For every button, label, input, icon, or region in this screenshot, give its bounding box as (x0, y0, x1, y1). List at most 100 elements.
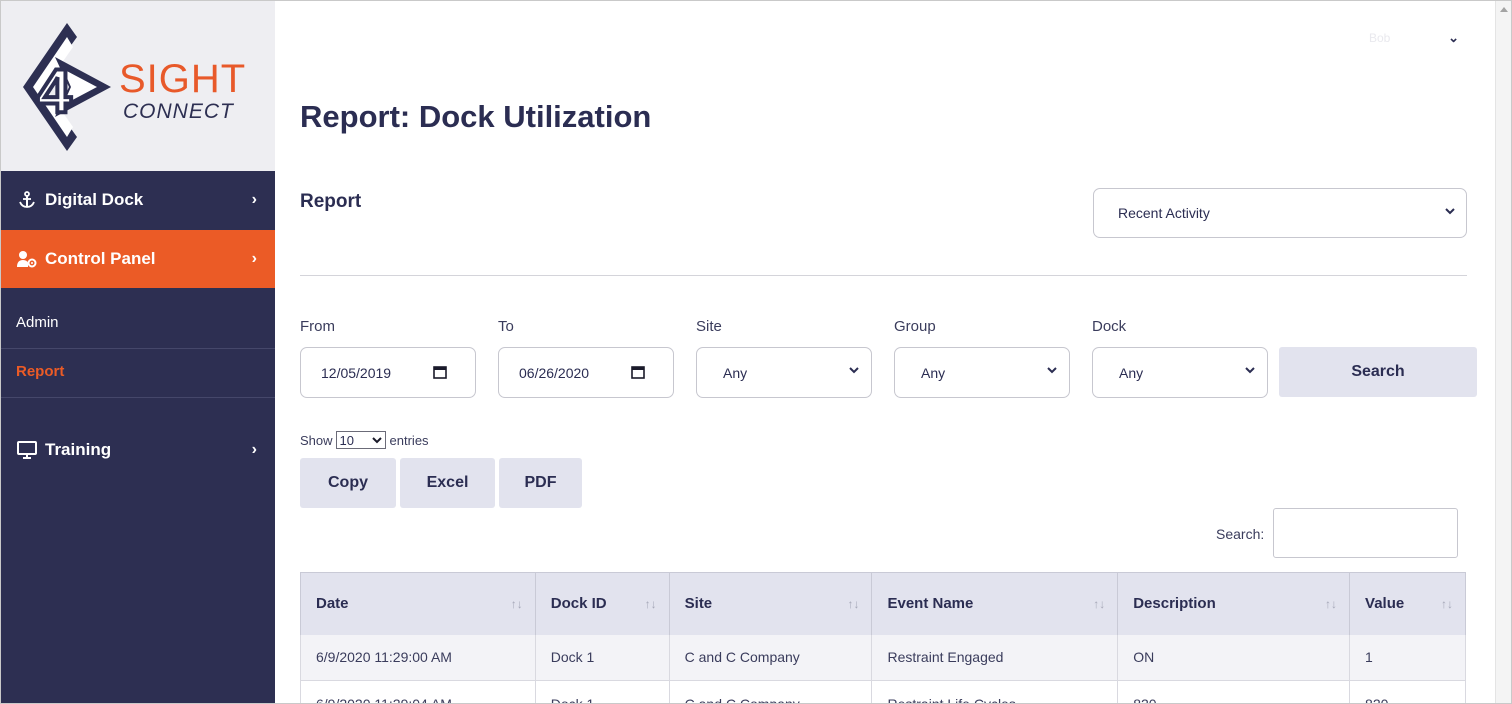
sort-icon[interactable]: ↑↓ (1441, 597, 1453, 611)
section-title: Report (300, 191, 362, 212)
excel-button[interactable]: Excel (400, 458, 495, 508)
search-button[interactable]: Search (1279, 347, 1477, 397)
to-date-input[interactable]: 06/26/2020 (498, 347, 674, 398)
from-label: From (300, 318, 335, 335)
table-cell-event-name: Restraint Life Cycles (871, 680, 1119, 703)
column-header-label: Site (684, 595, 713, 613)
chevron-right-icon: › (251, 191, 257, 208)
column-header-dock-id[interactable]: Dock ID ↑↓ (535, 572, 670, 635)
show-label: Show (300, 432, 333, 448)
sidebar-item-control-panel[interactable]: Control Panel › (1, 230, 275, 288)
table-search-input[interactable] (1273, 508, 1458, 558)
chevron-down-icon: ⌄ (1448, 30, 1459, 45)
sort-icon[interactable]: ↑↓ (1093, 597, 1105, 611)
chevron-down-icon (848, 363, 860, 379)
entries-select[interactable]: 10 (335, 431, 386, 449)
sort-icon[interactable]: ↑↓ (645, 597, 657, 611)
users-cog-icon (17, 249, 37, 269)
dock-select[interactable]: Any (1092, 347, 1268, 398)
sidebar-item-digital-dock[interactable]: Digital Dock › (1, 171, 275, 229)
calendar-icon[interactable] (631, 365, 645, 379)
column-header-date[interactable]: Date ↑↓ (300, 572, 536, 635)
chevron-down-icon (1046, 363, 1058, 379)
table-cell-date: 6/9/2020 11:29:00 AM (300, 634, 536, 681)
table-row[interactable]: 6/9/2020 11:29:00 AM Dock 1 C and C Comp… (300, 634, 1466, 681)
group-label: Group (894, 318, 936, 335)
sidebar-subitem-label: Admin (16, 314, 59, 331)
page-title: Report: Dock Utilization (300, 99, 652, 134)
calendar-icon[interactable] (433, 365, 447, 379)
column-header-event-name[interactable]: Event Name ↑↓ (871, 572, 1119, 635)
show-entries: Show 10 entries (300, 431, 429, 449)
table-cell-value: 820 (1349, 680, 1466, 703)
logo-mark-icon: 4 (23, 23, 111, 151)
to-date-value: 06/26/2020 (519, 364, 590, 381)
table-search-label: Search: (1216, 526, 1265, 542)
sidebar-item-label: Training (45, 440, 112, 459)
logo-word: SIGHT (119, 57, 247, 101)
sidebar-subitem-label: Report (16, 363, 65, 380)
chevron-down-icon (1244, 363, 1256, 379)
user-menu[interactable]: Bob ⌄ (1369, 27, 1459, 49)
dock-value: Any (1119, 364, 1144, 381)
table-cell-site: C and C Company (669, 634, 873, 681)
table-cell-value: 1 (1349, 634, 1466, 681)
group-value: Any (921, 364, 946, 381)
dock-label: Dock (1092, 318, 1127, 335)
scroll-up-icon[interactable] (1500, 7, 1508, 12)
logo-number: 4 (37, 57, 72, 126)
table-cell-dock-id: Dock 1 (535, 680, 670, 703)
sidebar-item-label: Control Panel (45, 249, 156, 268)
column-header-value[interactable]: Value ↑↓ (1349, 572, 1466, 635)
column-header-label: Dock ID (550, 595, 607, 613)
sort-icon[interactable]: ↑↓ (1325, 597, 1337, 611)
site-select[interactable]: Any (696, 347, 872, 398)
sidebar: 4 SIGHT CONNECT Digital Dock › Control P… (1, 1, 275, 703)
chevron-right-icon: › (251, 250, 257, 267)
site-value: Any (723, 364, 748, 381)
column-header-label: Event Name (887, 595, 974, 613)
group-select[interactable]: Any (894, 347, 1070, 398)
site-label: Site (696, 318, 722, 335)
user-name: Bob (1369, 31, 1391, 45)
sort-icon[interactable]: ↑↓ (511, 597, 523, 611)
sort-icon[interactable]: ↑↓ (847, 597, 859, 611)
app-window: 4 SIGHT CONNECT Digital Dock › Control P… (0, 0, 1512, 704)
column-header-label: Date (316, 595, 349, 613)
table-cell-site: C and C Company (669, 680, 873, 703)
column-header-label: Description (1133, 595, 1216, 613)
chevron-down-icon (371, 437, 382, 444)
report-type-select[interactable]: Recent Activity (1093, 188, 1467, 238)
table-cell-description: ON (1117, 634, 1351, 681)
data-table: Date ↑↓ Dock ID ↑↓ Site ↑↓ Event Name ↑↓ Des… (300, 572, 1466, 703)
table-cell-description: 820 (1117, 680, 1351, 703)
chevron-right-icon: › (251, 441, 257, 458)
copy-button[interactable]: Copy (300, 458, 396, 508)
sidebar-subitem-admin[interactable]: Admin (1, 297, 275, 349)
vertical-scrollbar[interactable] (1495, 1, 1511, 703)
to-label: To (498, 318, 514, 335)
column-header-description[interactable]: Description ↑↓ (1117, 572, 1351, 635)
from-date-input[interactable]: 12/05/2019 (300, 347, 476, 398)
table-cell-date: 6/9/2020 11:29:04 AM (300, 680, 536, 703)
report-type-value: Recent Activity (1118, 205, 1210, 221)
chevron-down-icon (1444, 204, 1456, 220)
sidebar-item-label: Digital Dock (45, 190, 144, 209)
table-row[interactable]: 6/9/2020 11:29:04 AM Dock 1 C and C Comp… (300, 680, 1466, 703)
table-header-row: Date ↑↓ Dock ID ↑↓ Site ↑↓ Event Name ↑↓ Des… (300, 572, 1466, 635)
entries-suffix: entries (389, 432, 429, 448)
monitor-icon (17, 440, 37, 460)
sidebar-subitem-report[interactable]: Report (1, 346, 275, 398)
sidebar-item-training[interactable]: Training › (1, 421, 275, 479)
logo[interactable]: 4 SIGHT CONNECT (1, 1, 275, 171)
from-date-value: 12/05/2019 (321, 364, 392, 381)
divider (300, 275, 1467, 276)
pdf-button[interactable]: PDF (499, 458, 582, 508)
anchor-icon (17, 190, 37, 210)
table-cell-event-name: Restraint Engaged (871, 634, 1119, 681)
logo-sub: CONNECT (123, 100, 234, 123)
table-cell-dock-id: Dock 1 (535, 634, 670, 681)
entries-value: 10 (339, 432, 354, 448)
column-header-site[interactable]: Site ↑↓ (669, 572, 873, 635)
column-header-label: Value (1365, 595, 1405, 613)
